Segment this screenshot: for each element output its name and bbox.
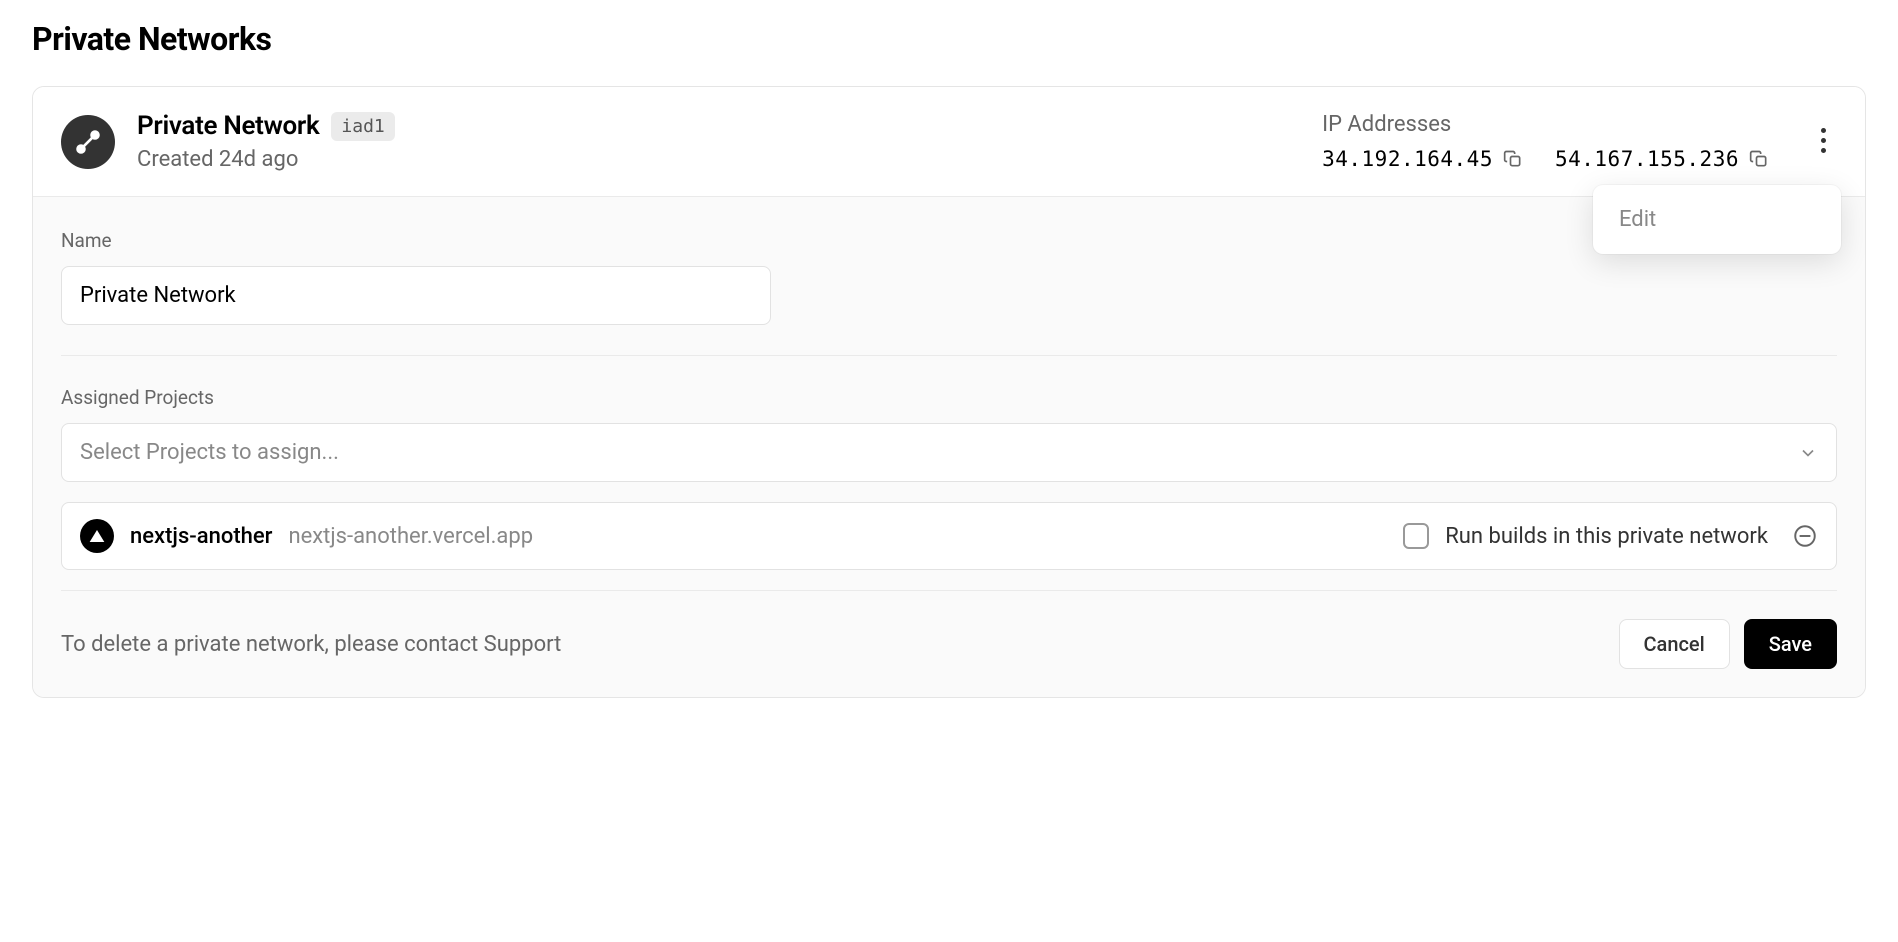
copy-icon[interactable]: [1503, 149, 1523, 169]
select-placeholder: Select Projects to assign...: [80, 440, 339, 465]
project-select[interactable]: Select Projects to assign...: [61, 423, 1837, 482]
project-domain: nextjs-another.vercel.app: [288, 524, 533, 549]
run-builds-checkbox[interactable]: [1403, 523, 1429, 549]
card-header: Private Network iad1 Created 24d ago IP …: [33, 87, 1865, 196]
save-button[interactable]: Save: [1744, 619, 1837, 669]
project-row: nextjs-another nextjs-another.vercel.app…: [61, 502, 1837, 570]
card-body: Name Assigned Projects Select Projects t…: [33, 196, 1865, 697]
network-title: Private Network: [137, 111, 319, 141]
header-left: Private Network iad1 Created 24d ago: [137, 111, 395, 172]
divider: [61, 355, 1837, 356]
name-input[interactable]: [61, 266, 771, 325]
cancel-button[interactable]: Cancel: [1619, 619, 1730, 669]
ip-value-1: 54.167.155.236: [1555, 147, 1739, 171]
footer: To delete a private network, please cont…: [61, 590, 1837, 697]
dropdown-menu: Edit: [1593, 185, 1841, 254]
dropdown-item-edit[interactable]: Edit: [1593, 193, 1841, 246]
header-right: IP Addresses 34.192.164.45 54.167.155.23…: [1322, 112, 1837, 171]
vercel-logo-icon: [80, 519, 114, 553]
project-name: nextjs-another: [130, 524, 272, 549]
network-card: Private Network iad1 Created 24d ago IP …: [32, 86, 1866, 698]
ip-label: IP Addresses: [1322, 112, 1769, 137]
chevron-down-icon: [1798, 443, 1818, 463]
remove-project-icon[interactable]: [1792, 523, 1818, 549]
ip-value-0: 34.192.164.45: [1322, 147, 1493, 171]
ip-row: 34.192.164.45 54.167.155.236: [1322, 147, 1769, 171]
page-title: Private Networks: [32, 20, 1866, 58]
run-builds-label: Run builds in this private network: [1445, 524, 1768, 549]
more-menu-button[interactable]: [1809, 118, 1837, 163]
created-text: Created 24d ago: [137, 147, 395, 172]
copy-icon[interactable]: [1749, 149, 1769, 169]
name-label: Name: [61, 229, 1837, 252]
region-badge: iad1: [331, 112, 394, 141]
ip-block: IP Addresses 34.192.164.45 54.167.155.23…: [1322, 112, 1769, 171]
delete-note: To delete a private network, please cont…: [61, 632, 561, 657]
assigned-projects-label: Assigned Projects: [61, 386, 1837, 409]
network-icon: [61, 115, 115, 169]
